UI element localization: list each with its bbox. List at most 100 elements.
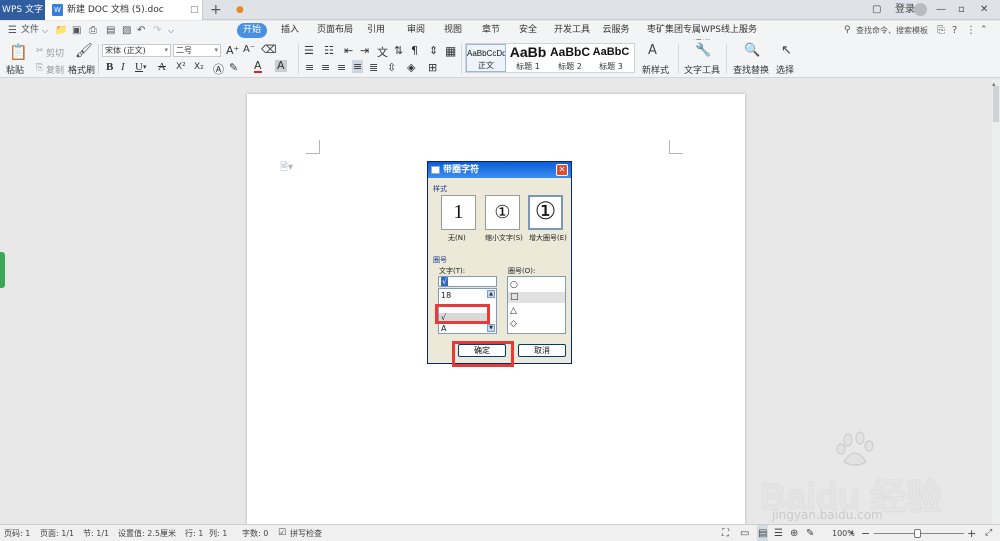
tab-developer[interactable]: 开发工具 — [552, 23, 592, 38]
tab-cloud-service[interactable]: 云服务 — [600, 23, 632, 38]
bold-button[interactable]: B — [106, 61, 113, 73]
avatar[interactable] — [914, 3, 927, 16]
file-menu[interactable]: 文件 — [21, 23, 39, 38]
subscript-button[interactable]: X₂ — [194, 62, 204, 72]
find-icon[interactable]: 🔍 — [744, 43, 760, 58]
dialog-titlebar[interactable]: 带圈字符 — [428, 162, 571, 178]
zoom-in-button[interactable]: + — [967, 525, 976, 541]
web-view-icon[interactable]: ⊕ — [790, 525, 798, 541]
chevron-down-icon[interactable]: ▾ — [143, 63, 147, 71]
page-count[interactable]: 页面: 1/1 — [40, 525, 74, 541]
new-style-icon[interactable]: A — [648, 43, 657, 58]
superscript-button[interactable]: X² — [176, 62, 186, 72]
read-mode-icon[interactable]: ▭ — [740, 525, 749, 541]
collapse-ribbon-icon[interactable]: ⌃ — [980, 23, 988, 38]
enclosure-list[interactable]: ○ □ △ ◇ — [507, 276, 566, 334]
shrink-font-icon[interactable]: A⁻ — [243, 44, 255, 55]
open-icon[interactable]: 📁 — [55, 23, 67, 38]
style-normal[interactable]: AaBbCcDd 正文 — [466, 44, 506, 72]
style-heading-3[interactable]: AaBbC 标题 3 — [591, 44, 631, 72]
text-list-item[interactable]: A — [441, 324, 446, 333]
style-option-enlarge-circle[interactable]: ① — [528, 195, 563, 230]
copy-button[interactable]: 复制 — [46, 63, 64, 76]
style-heading-2[interactable]: AaBbC 标题 2 — [549, 44, 591, 72]
underline-button[interactable]: U — [135, 61, 143, 73]
sort-icon[interactable]: ⇅ — [394, 44, 403, 57]
align-center-icon[interactable]: ≡ — [321, 61, 330, 74]
chevron-down-icon[interactable]: ⌵ — [42, 23, 48, 38]
decrease-indent-icon[interactable]: ⇤ — [344, 44, 353, 57]
close-window-icon[interactable]: ✕ — [980, 0, 988, 20]
scroll-up-icon[interactable]: ▲ — [487, 290, 495, 298]
enclosure-square-item[interactable]: □ — [508, 292, 565, 303]
tab-chapter[interactable]: 章节 — [478, 23, 504, 38]
copy-icon[interactable]: ⎘ — [36, 63, 43, 73]
scroll-thumb[interactable] — [993, 86, 999, 122]
borders-icon[interactable]: ⊞ — [428, 61, 437, 74]
page-number[interactable]: 页码: 1 — [4, 525, 30, 541]
chevron-down-icon[interactable]: ▾ — [850, 525, 854, 541]
bullet-list-icon[interactable]: ☰ — [304, 44, 314, 57]
zoom-out-button[interactable]: − — [861, 525, 870, 541]
wrench-icon[interactable]: 🔧 — [695, 43, 711, 58]
hamburger-icon[interactable]: ☰ — [8, 23, 17, 38]
font-name-select[interactable]: 宋体 (正文) ▾ — [102, 44, 171, 57]
zoom-slider-thumb[interactable] — [914, 529, 921, 538]
side-panel-handle[interactable] — [0, 252, 5, 288]
clear-format-icon[interactable]: ⌫ — [261, 43, 277, 56]
font-color-button[interactable]: A — [254, 60, 262, 73]
paragraph-layout-icon[interactable]: 🗎▾ — [280, 160, 293, 177]
italic-button[interactable]: I — [121, 61, 125, 73]
tab-security[interactable]: 安全 — [515, 23, 541, 38]
tab-view[interactable]: 视图 — [440, 23, 466, 38]
find-replace-button[interactable]: 查找替换 — [733, 63, 769, 76]
more-icon[interactable]: ⋮ — [966, 23, 976, 38]
command-search-icon[interactable]: ⚲ — [844, 23, 851, 38]
grow-font-icon[interactable]: A⁺ — [226, 44, 239, 57]
maximize-icon[interactable]: ▫ — [958, 0, 965, 20]
fullscreen-icon[interactable]: ⛶ — [722, 525, 729, 541]
paste-icon[interactable]: 📋 — [9, 43, 28, 61]
paste-button[interactable]: 粘贴 — [6, 63, 24, 76]
position-setting[interactable]: 设置值: 2.5厘米 — [118, 525, 176, 541]
change-case-icon[interactable]: Ⓐ — [213, 61, 224, 77]
write-mode-icon[interactable]: ✎ — [806, 525, 814, 541]
outline-view-icon[interactable]: ☰ — [774, 525, 783, 541]
table-icon[interactable]: ▦ — [445, 44, 456, 58]
cursor-icon[interactable]: ↖ — [781, 43, 792, 58]
justify-icon[interactable]: ≡ — [352, 60, 364, 73]
tab-page-layout[interactable]: 页面布局 — [315, 23, 355, 38]
line-spacing-icon[interactable]: ⇕ — [429, 44, 438, 57]
tab-home[interactable]: 开始 — [237, 23, 267, 38]
cancel-button[interactable]: 取消 — [518, 344, 566, 357]
command-search[interactable]: 查找命令、搜索模板 — [856, 23, 928, 38]
numbered-list-icon[interactable]: ☷ — [324, 44, 334, 57]
show-marks-icon[interactable]: ¶ — [411, 44, 418, 57]
tab-review[interactable]: 审阅 — [403, 23, 429, 38]
spellcheck-icon[interactable]: ☑ — [278, 525, 286, 541]
text-input[interactable]: √ — [438, 276, 497, 287]
align-right-icon[interactable]: ≡ — [337, 61, 346, 74]
font-size-select[interactable]: 二号 ▾ — [173, 44, 221, 57]
section-count[interactable]: 节: 1/1 — [83, 525, 109, 541]
paragraph-spacing-icon[interactable]: ⇳ — [387, 61, 396, 74]
text-effect-icon[interactable]: ✎ — [229, 61, 238, 74]
vertical-scrollbar[interactable]: ▴ — [992, 80, 1000, 524]
text-tools-button[interactable]: 文字工具 — [684, 63, 720, 76]
page-view-icon[interactable]: ▤ — [757, 525, 769, 541]
distributed-icon[interactable]: ≣ — [369, 61, 378, 74]
scroll-down-icon[interactable]: ▼ — [487, 324, 495, 332]
style-option-none[interactable]: 1 — [441, 195, 476, 230]
char-shading-button[interactable]: A — [275, 60, 287, 72]
share-icon[interactable]: ⎘ — [937, 23, 945, 38]
save-icon[interactable]: ▣ — [72, 23, 81, 38]
login-link[interactable]: 登录 — [895, 0, 915, 20]
chinese-layout-icon[interactable]: 文 — [377, 44, 388, 60]
shading-icon[interactable]: ◈ — [407, 61, 415, 74]
tab-enterprise-service[interactable]: 枣矿集团专属WPS线上服务通道 — [646, 23, 758, 50]
document-tab[interactable]: W 新建 DOC 文档 (5).doc □ ● — [45, 0, 244, 20]
spell-check-toggle[interactable]: 拼写检查 — [290, 525, 322, 541]
cut-button[interactable]: 剪切 — [46, 46, 64, 59]
enclosure-circle-item[interactable]: ○ — [510, 280, 518, 290]
new-style-button[interactable]: 新样式 — [642, 63, 669, 76]
